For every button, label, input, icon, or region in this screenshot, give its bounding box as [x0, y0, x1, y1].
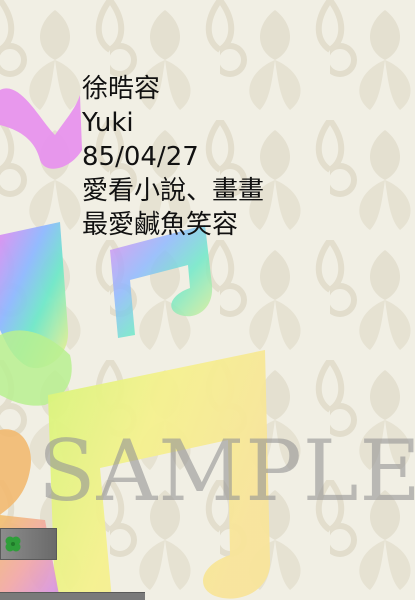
birthday-text: 85/04/27	[82, 142, 199, 172]
side-tab	[0, 528, 57, 560]
name-text: 徐晧容	[82, 74, 161, 104]
hobbies-text: 愛看小說、畫畫	[82, 176, 265, 206]
sample-watermark: SAMPLE	[38, 422, 415, 520]
nickname-text: Yuki	[82, 108, 134, 138]
profile-card: 徐晧容 Yuki 85/04/27 愛看小說、畫畫 最愛鹹魚笑容 SAMPLE	[0, 0, 415, 600]
clover-icon	[5, 536, 21, 552]
profile-text: 徐晧容 Yuki 85/04/27 愛看小說、畫畫 最愛鹹魚笑容	[82, 72, 264, 242]
favorite-text: 最愛鹹魚笑容	[82, 210, 239, 240]
bottom-bar	[0, 592, 145, 600]
